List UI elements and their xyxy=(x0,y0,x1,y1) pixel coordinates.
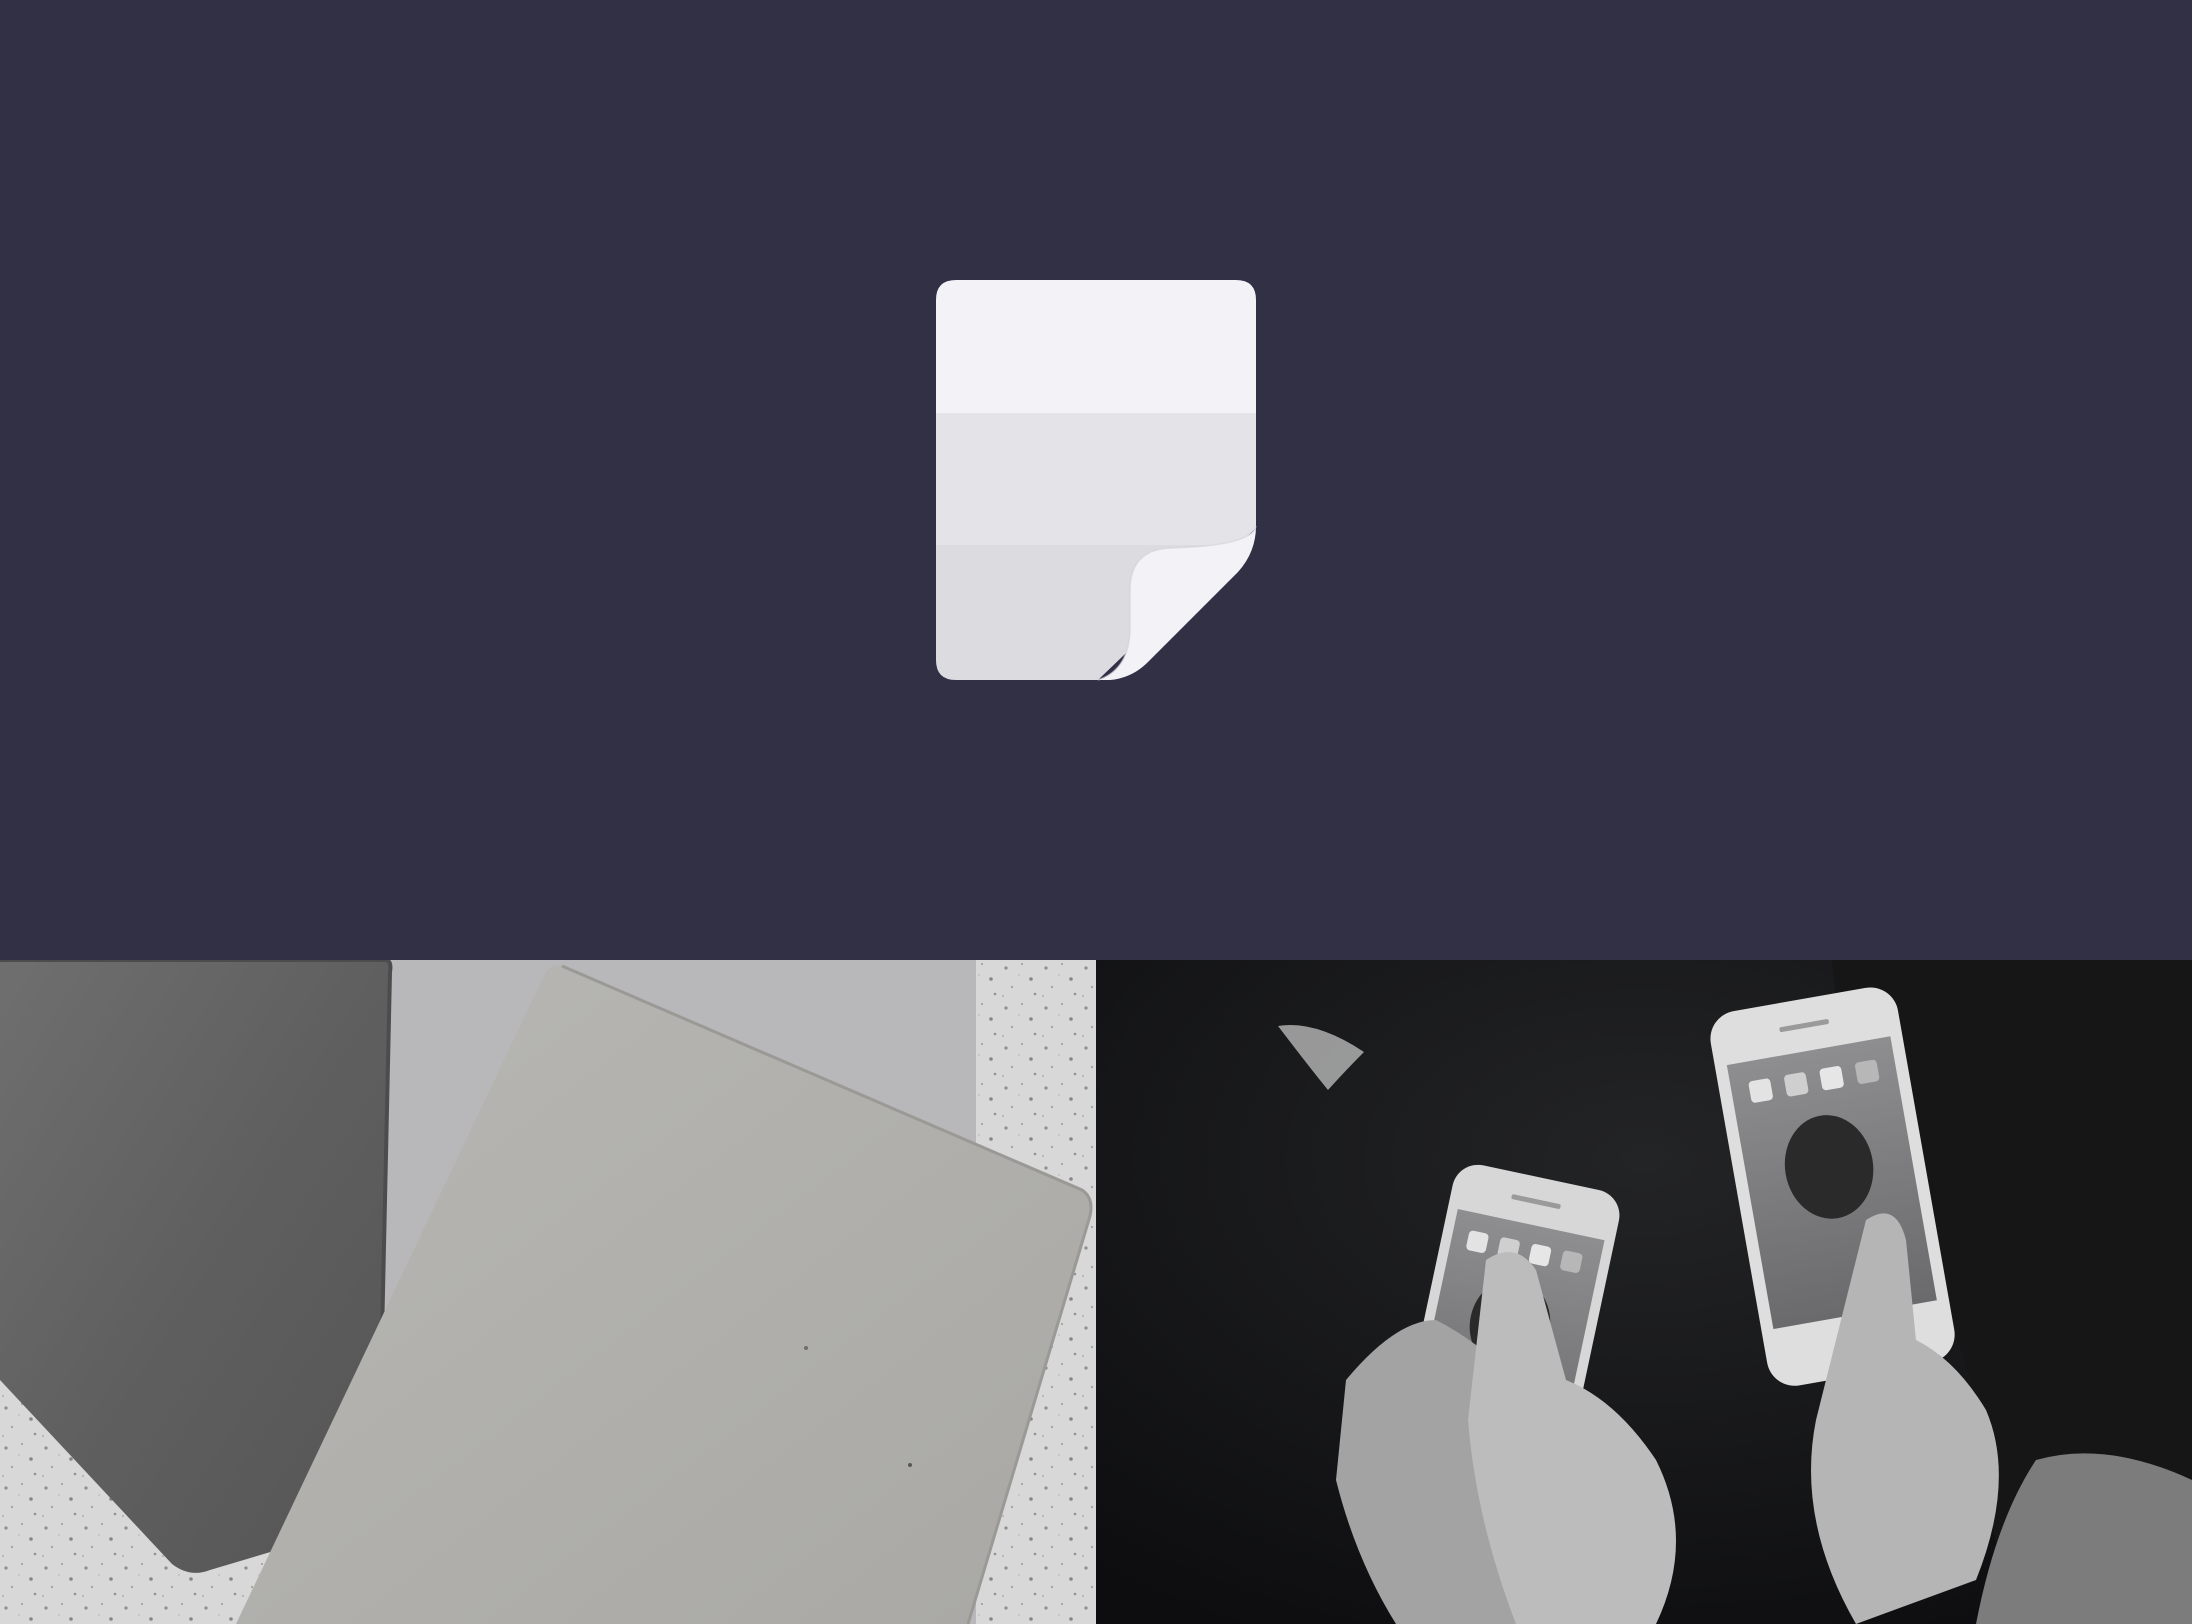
brand-board xyxy=(0,0,2192,1624)
hero-banner xyxy=(0,0,2192,960)
sticky-note-icon xyxy=(936,280,1257,681)
notebooks-photo xyxy=(0,960,1096,1624)
logo-band-middle xyxy=(936,413,1256,547)
phones-photo xyxy=(1096,960,2192,1624)
logo-band-top xyxy=(936,280,1256,415)
